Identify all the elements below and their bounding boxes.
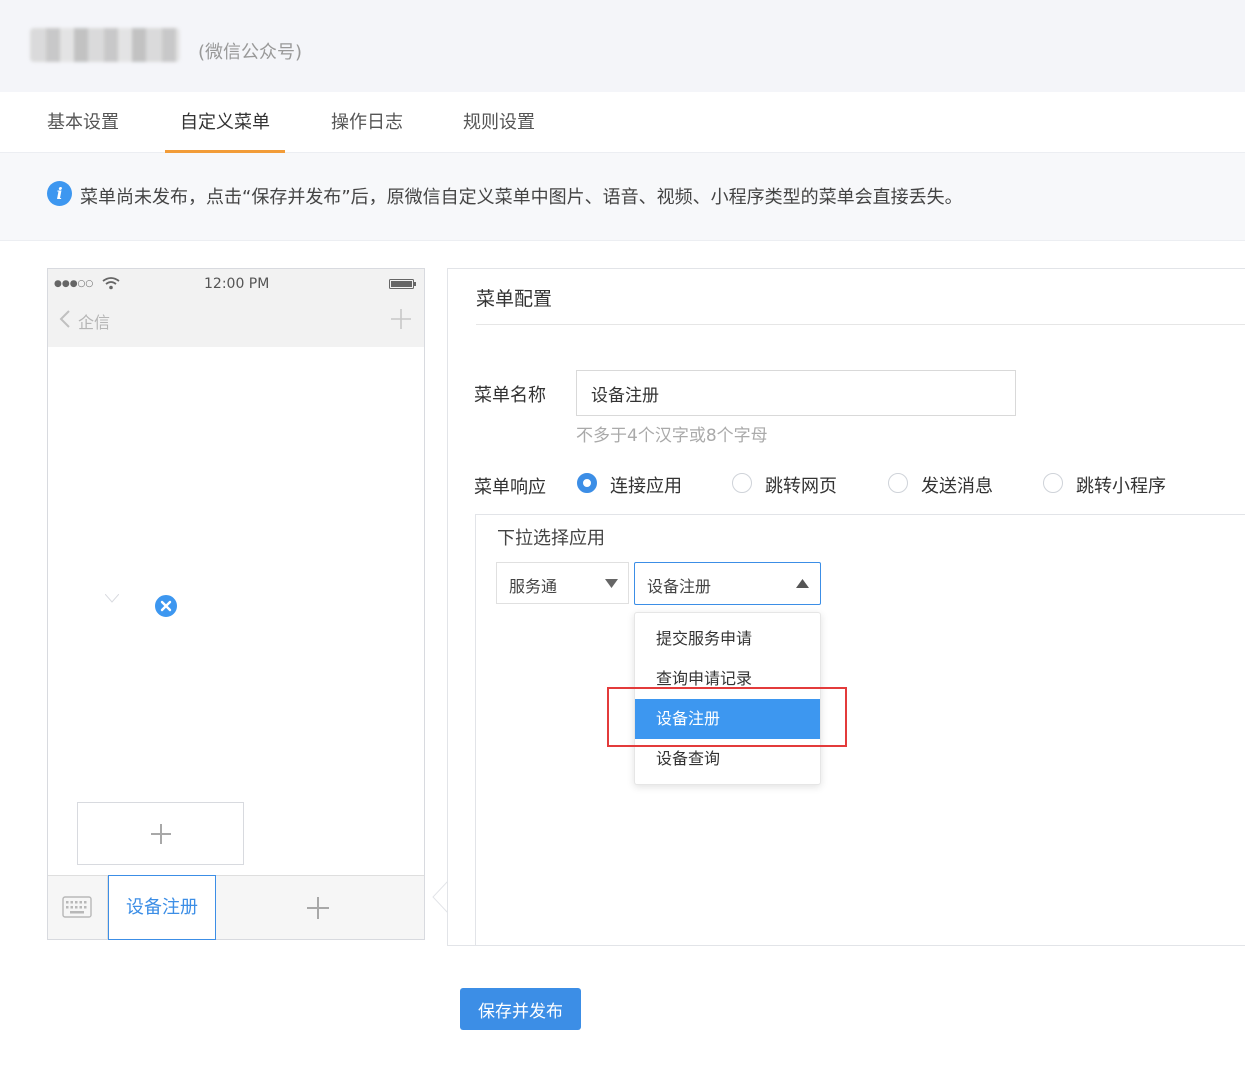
account-type-label: (微信公众号) — [198, 42, 303, 63]
phone-status-bar: ●●●○○ 12:00 PM 企信 — [48, 269, 424, 347]
caret-up-icon — [796, 579, 809, 588]
dropdown-option[interactable]: 提交服务申请 — [635, 619, 820, 659]
service-select-value: 服务通 — [509, 577, 558, 596]
add-menu-icon[interactable] — [306, 896, 330, 920]
info-icon: i — [47, 181, 72, 206]
radio-connect-app[interactable]: 连接应用 — [577, 471, 697, 497]
plus-icon — [391, 309, 411, 329]
submenu-popup — [77, 802, 244, 865]
radio-dot — [577, 473, 597, 493]
back-label: 企信 — [78, 313, 111, 332]
tab-operation-log[interactable]: 操作日志 — [329, 92, 405, 153]
back-chevron-icon[interactable] — [58, 309, 72, 329]
phone-menu-item[interactable]: 设备注册 — [108, 875, 216, 940]
app-select[interactable]: 设备注册 — [634, 562, 821, 605]
save-publish-button[interactable]: 保存并发布 — [460, 988, 581, 1030]
close-icon — [160, 600, 172, 612]
submenu-pointer — [105, 594, 119, 603]
keyboard-icon — [62, 896, 92, 918]
page-header: (微信公众号) — [0, 0, 1245, 92]
radio-label: 连接应用 — [610, 476, 682, 497]
tab-bar: 基本设置 自定义菜单 操作日志 规则设置 — [0, 92, 1245, 153]
caret-down-icon — [605, 579, 618, 588]
radio-label: 跳转小程序 — [1076, 476, 1166, 497]
radio-send-message[interactable]: 发送消息 — [888, 471, 1008, 497]
divider — [476, 324, 1245, 325]
dropdown-label: 下拉选择应用 — [497, 528, 605, 549]
radio-dot — [888, 473, 908, 493]
service-select[interactable]: 服务通 — [496, 562, 629, 604]
phone-preview: ●●●○○ 12:00 PM 企信 设备注册 — [47, 268, 425, 940]
signal-icon: ●●●○○ — [54, 279, 94, 289]
delete-menu-button[interactable] — [153, 593, 179, 619]
menu-name-hint: 不多于4个汉字或8个字母 — [576, 426, 768, 446]
menu-name-label: 菜单名称 — [474, 385, 546, 406]
notice-text: 菜单尚未发布，点击“保存并发布”后，原微信自定义菜单中图片、语音、视频、小程序类… — [80, 187, 963, 208]
wifi-icon — [102, 277, 120, 290]
radio-dot — [1043, 473, 1063, 493]
phone-menu-bar: 设备注册 — [48, 875, 424, 940]
phone-time: 12:00 PM — [204, 276, 270, 292]
radio-jump-miniprogram[interactable]: 跳转小程序 — [1043, 471, 1183, 497]
panel-pointer — [432, 881, 448, 913]
radio-label: 发送消息 — [921, 476, 993, 497]
account-name-blurred — [30, 28, 180, 62]
radio-label: 跳转网页 — [765, 476, 837, 497]
highlight-annotation-box — [607, 687, 847, 747]
config-title: 菜单配置 — [476, 288, 553, 310]
tab-custom-menu[interactable]: 自定义菜单 — [165, 92, 285, 153]
app-select-value: 设备注册 — [647, 577, 712, 596]
radio-jump-webpage[interactable]: 跳转网页 — [732, 471, 852, 497]
add-submenu-icon[interactable] — [150, 823, 172, 845]
menu-name-input[interactable] — [576, 370, 1016, 416]
tab-basic-settings[interactable]: 基本设置 — [45, 92, 121, 153]
menu-response-label: 菜单响应 — [474, 477, 546, 498]
radio-dot — [732, 473, 752, 493]
battery-icon — [389, 279, 416, 289]
tab-rule-settings[interactable]: 规则设置 — [461, 92, 537, 153]
